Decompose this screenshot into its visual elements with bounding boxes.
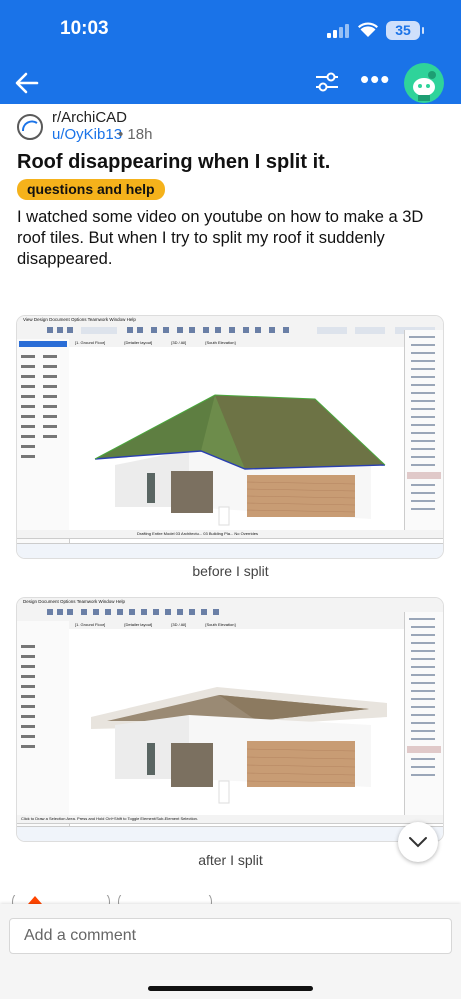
image-caption-before: before I split (192, 563, 269, 579)
tab-3d-all[interactable]: [3D / All] (171, 340, 186, 345)
tab-south-elevation[interactable]: [South Elevation] (205, 622, 235, 627)
post-card: r/ArchiCAD u/OyKib13 • 18h Roof disappea… (0, 104, 461, 904)
tab-ground-floor[interactable]: [1. Ground Floor] (75, 340, 105, 345)
expand-button[interactable] (398, 822, 438, 862)
subreddit-name[interactable]: r/ArchiCAD (52, 109, 127, 126)
toolbox-palette (17, 621, 70, 826)
sliders-icon[interactable] (313, 68, 341, 96)
tab-detailer-layout[interactable]: [Detailer layout] (124, 340, 152, 345)
comment-placeholder: Add a comment (24, 927, 137, 944)
avatar[interactable] (404, 63, 444, 103)
image-caption-after: after I split (198, 852, 263, 868)
house-with-roof-render (94, 394, 386, 526)
toolbox-palette (17, 339, 70, 544)
comment-bar: Add a comment (0, 904, 461, 999)
tab-3d-all[interactable]: [3D / All] (171, 622, 186, 627)
arrow-left-icon[interactable] (12, 68, 42, 98)
tab-south-elevation[interactable]: [South Elevation] (205, 340, 235, 345)
navigator-panel (404, 612, 443, 817)
windows-taskbar (17, 826, 443, 841)
status-time: 10:03 (60, 18, 109, 39)
image-before-split[interactable]: View Design Document Options Teamwork Wi… (17, 316, 443, 558)
snoo-avatar-icon (413, 71, 436, 101)
navigator-panel (404, 330, 443, 535)
windows-taskbar (17, 543, 443, 558)
post-age: • 18h (118, 126, 153, 143)
wifi-icon (358, 22, 378, 37)
post-flair[interactable]: questions and help (17, 179, 165, 200)
archicad-statusbar: Click to Draw a Selection Area. Press an… (17, 815, 443, 824)
post-title: Roof disappearing when I split it. (17, 151, 331, 173)
battery-icon: 35 (386, 21, 424, 40)
house-without-roof-render (91, 687, 387, 804)
tab-ground-floor[interactable]: [1. Ground Floor] (75, 622, 105, 627)
post-author[interactable]: u/OyKib13 (52, 126, 122, 143)
3d-viewport[interactable] (69, 347, 405, 530)
post-body: I watched some video on youtube on how t… (17, 208, 424, 268)
image-after-split[interactable]: Design Document Options Teamwork Window … (17, 598, 443, 841)
archicad-toolbar (17, 323, 443, 340)
app-toolbar: ••• (0, 62, 461, 104)
home-indicator (148, 986, 313, 991)
status-bar: 10:03 35 (0, 0, 461, 62)
chevron-down-icon (409, 837, 427, 848)
more-options-button[interactable]: ••• (360, 64, 390, 95)
comment-input[interactable]: Add a comment (9, 918, 452, 954)
3d-viewport[interactable] (69, 629, 405, 815)
subreddit-icon[interactable] (17, 114, 43, 140)
signal-icon (327, 24, 351, 38)
archicad-statusbar: Drafting Entire Model 03 Architectu... 0… (17, 530, 443, 539)
tab-detailer-layout[interactable]: [Detailer layout] (124, 622, 152, 627)
archicad-toolbar (17, 605, 443, 622)
